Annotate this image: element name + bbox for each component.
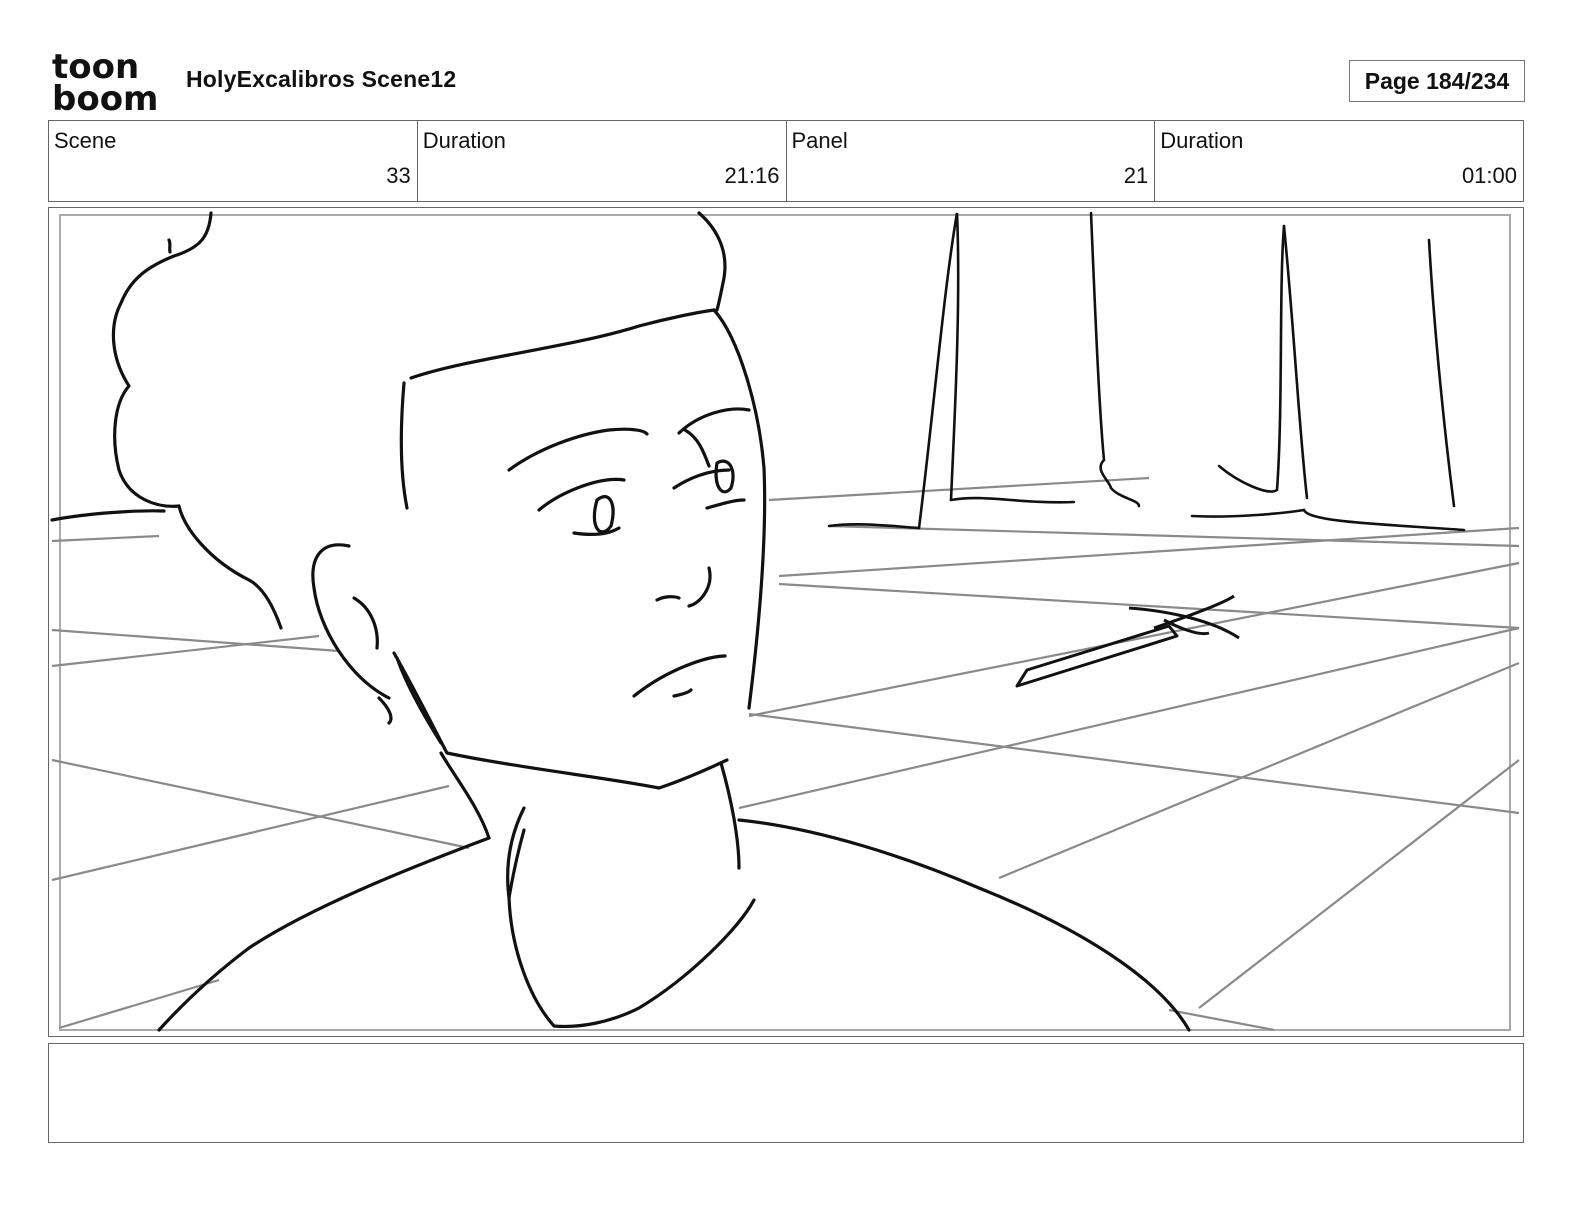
logo-text-bottom: boom xyxy=(52,79,158,116)
page-indicator: Page 184/234 xyxy=(1349,60,1525,102)
panel-value: 21 xyxy=(1123,163,1149,188)
panel-cell: Panel 21 xyxy=(787,121,1156,201)
scene-label: Scene xyxy=(54,128,117,153)
panel-duration-cell: Duration 01:00 xyxy=(1155,121,1523,201)
pillars-sketch xyxy=(827,211,1466,532)
panel-duration-value: 01:00 xyxy=(1461,163,1517,188)
toonboom-logo: toon boom xyxy=(50,47,170,119)
scene-duration-label: Duration xyxy=(422,128,506,153)
floor-grid-guides xyxy=(51,476,1520,1032)
scene-info-row: Scene 33 Duration 21:16 Panel 21 Duratio… xyxy=(48,120,1524,202)
scene-duration-cell: Duration 21:16 xyxy=(418,121,787,201)
scene-value: 33 xyxy=(386,163,411,188)
panel-duration-label: Duration xyxy=(1160,128,1244,153)
storyboard-panel xyxy=(48,207,1524,1037)
character-sketch xyxy=(50,211,1191,1032)
panel-label: Panel xyxy=(791,128,848,153)
scene-cell: Scene 33 xyxy=(49,121,418,201)
scene-duration-value: 21:16 xyxy=(724,163,780,188)
panel-sketch xyxy=(50,211,1520,1032)
project-title: HolyExcalibros Scene12 xyxy=(186,66,457,92)
panel-notes-box xyxy=(48,1043,1524,1143)
